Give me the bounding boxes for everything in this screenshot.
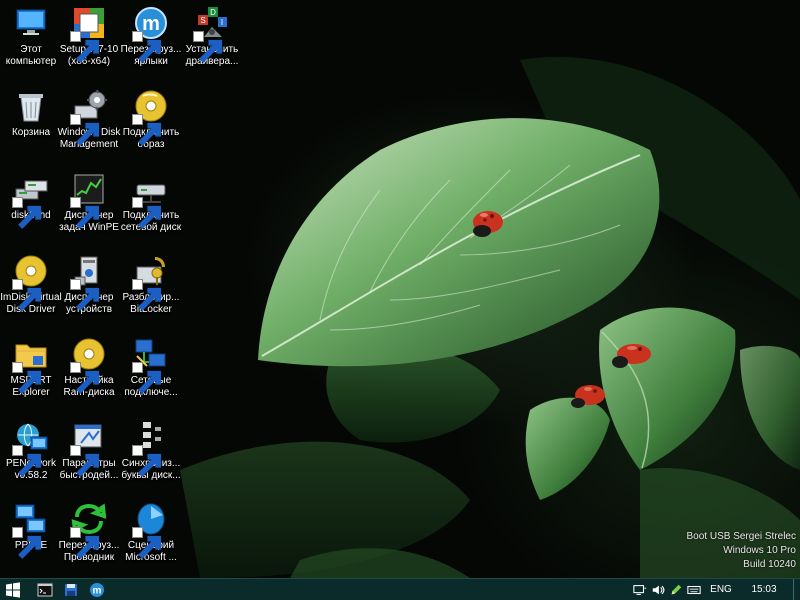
script-icon bbox=[132, 500, 170, 559]
device-manager-icon bbox=[70, 252, 108, 311]
shortcut-arrow-icon bbox=[12, 362, 42, 394]
desktop-icon[interactable]: ImDisk Virtual Disk Driver bbox=[0, 250, 62, 330]
shortcut-arrow-icon bbox=[193, 31, 223, 63]
tray-volume-button[interactable] bbox=[649, 579, 667, 600]
windows-start-icon bbox=[6, 581, 20, 598]
shortcut-arrow-icon bbox=[70, 445, 100, 477]
shortcut-arrow-icon bbox=[70, 114, 100, 146]
pencil-icon bbox=[671, 584, 682, 594]
shortcut-arrow-icon bbox=[132, 114, 162, 146]
shortcut-arrow-icon bbox=[70, 527, 100, 559]
shortcut-arrow-icon bbox=[132, 445, 162, 477]
shortcut-arrow-icon bbox=[70, 362, 100, 394]
desktop-icon-label: Корзина bbox=[11, 127, 51, 138]
taskbar-clock[interactable]: 15:03 bbox=[739, 584, 789, 595]
network-drive-icon bbox=[132, 170, 170, 229]
shortcut-arrow-icon bbox=[12, 527, 42, 559]
desktop-icon[interactable]: Корзина bbox=[0, 85, 62, 165]
shortcut-arrow-icon bbox=[12, 197, 42, 229]
desktop-icon[interactable]: Перезагруз... Проводник bbox=[58, 498, 120, 578]
m-circle-icon: m bbox=[132, 4, 170, 63]
desktop-icon[interactable]: Сценарий Microsoft ... bbox=[120, 498, 182, 578]
shortcut-arrow-icon bbox=[132, 197, 162, 229]
refresh-icon bbox=[70, 500, 108, 559]
shortcut-arrow-icon bbox=[132, 527, 162, 559]
svg-text:S: S bbox=[200, 16, 205, 25]
pppoe-icon bbox=[12, 500, 50, 559]
desktop-icon[interactable]: Синхрониз... буквы диск... bbox=[120, 416, 182, 496]
desktop-icon[interactable]: Setup W7-10 (x86-x64) bbox=[58, 2, 120, 82]
desktop-icon[interactable]: D S I Установить драйвера... bbox=[181, 2, 243, 82]
shortcut-arrow-icon bbox=[70, 197, 100, 229]
taskbar-cmd-button[interactable] bbox=[32, 579, 58, 600]
shortcut-arrow-icon bbox=[70, 279, 100, 311]
shortcut-arrow-icon bbox=[12, 279, 42, 311]
keyboard-icon bbox=[687, 585, 701, 594]
sync-letters-icon bbox=[132, 418, 170, 477]
m-circle-icon: m bbox=[90, 582, 104, 597]
shortcut-arrow-icon bbox=[132, 31, 162, 63]
ladybug-3 bbox=[571, 385, 605, 408]
imdisk-icon bbox=[12, 252, 50, 311]
watermark-line1: Boot USB Sergei Strelec bbox=[686, 531, 797, 542]
shortcut-arrow-icon bbox=[132, 279, 162, 311]
watermark-line2: Windows 10 Pro bbox=[723, 545, 796, 556]
disk2vhd-icon bbox=[12, 170, 50, 229]
desktop-icon[interactable]: Подключить образ bbox=[120, 85, 182, 165]
tray-network-button[interactable] bbox=[631, 579, 649, 600]
desktop-icon[interactable]: Диспетчер устройств bbox=[58, 250, 120, 330]
shortcut-arrow-icon bbox=[12, 445, 42, 477]
shortcut-arrow-icon bbox=[132, 362, 162, 394]
taskbar: m ENG 15:03 bbox=[0, 578, 800, 600]
desktop-icon[interactable]: Этот компьютер bbox=[0, 2, 62, 82]
desktop-icon[interactable]: Настройка Ram-диска bbox=[58, 333, 120, 413]
desktop-icon-label: Этот компьютер bbox=[5, 44, 57, 67]
desktop-icon[interactable]: Параметры быстродей... bbox=[58, 416, 120, 496]
build-watermark: Boot USB Sergei Strelec Windows 10 Pro B… bbox=[687, 530, 797, 572]
desktop-icon[interactable]: m Перезагруз... ярлыки bbox=[120, 2, 182, 82]
ramdisk-icon bbox=[70, 335, 108, 394]
desktop-icon[interactable]: Диспетчер задач WinPE bbox=[58, 168, 120, 248]
desktop-icon[interactable]: disk2vhd bbox=[0, 168, 62, 248]
desktop-icon[interactable]: Подключить сетевой диск bbox=[120, 168, 182, 248]
svg-text:m: m bbox=[93, 585, 102, 596]
bitlocker-icon bbox=[132, 252, 170, 311]
setup-icon bbox=[70, 4, 108, 63]
network-connections-icon bbox=[132, 335, 170, 394]
cmd-icon bbox=[37, 583, 53, 596]
svg-text:I: I bbox=[221, 18, 223, 27]
language-indicator[interactable]: ENG bbox=[703, 584, 739, 595]
desktop-icon[interactable]: PENetwork v0.58.2 bbox=[0, 416, 62, 496]
shortcut-arrow-icon bbox=[70, 31, 100, 63]
desktop-icon[interactable]: PPPoE bbox=[0, 498, 62, 578]
disk-management-icon bbox=[70, 87, 108, 146]
tray-edit-button[interactable] bbox=[667, 579, 685, 600]
watermark-line3: Build 10240 bbox=[743, 559, 796, 570]
desktop[interactable]: Этот компьютер Setup W7-10 (x86-x64) m Пере… bbox=[0, 0, 800, 578]
start-button[interactable] bbox=[0, 579, 26, 600]
computer-icon bbox=[12, 4, 50, 42]
sdi-icon: DS I bbox=[193, 4, 231, 63]
recycle-bin-icon bbox=[12, 87, 50, 125]
task-manager-icon bbox=[70, 170, 108, 229]
system-tray: ENG 15:03 bbox=[631, 579, 800, 600]
volume-icon bbox=[652, 585, 665, 594]
taskbar-m-button[interactable]: m bbox=[84, 579, 110, 600]
svg-text:D: D bbox=[210, 8, 216, 17]
desktop-icon[interactable]: MSDaRT Explorer bbox=[0, 333, 62, 413]
disc-icon bbox=[132, 87, 170, 146]
show-desktop-button[interactable] bbox=[793, 579, 800, 600]
desktop-icon[interactable]: Сетевые подключе... bbox=[120, 333, 182, 413]
network-icon bbox=[633, 584, 647, 595]
penetwork-icon bbox=[12, 418, 50, 477]
save-disk-icon bbox=[65, 583, 77, 596]
folder-icon bbox=[12, 335, 50, 394]
desktop-icon[interactable]: Разблокир... BitLocker bbox=[120, 250, 182, 330]
desktop-icon[interactable]: Windows Disk Management bbox=[58, 85, 120, 165]
performance-icon bbox=[70, 418, 108, 477]
tray-keyboard-button[interactable] bbox=[685, 579, 703, 600]
taskbar-save-disk-button[interactable] bbox=[58, 579, 84, 600]
